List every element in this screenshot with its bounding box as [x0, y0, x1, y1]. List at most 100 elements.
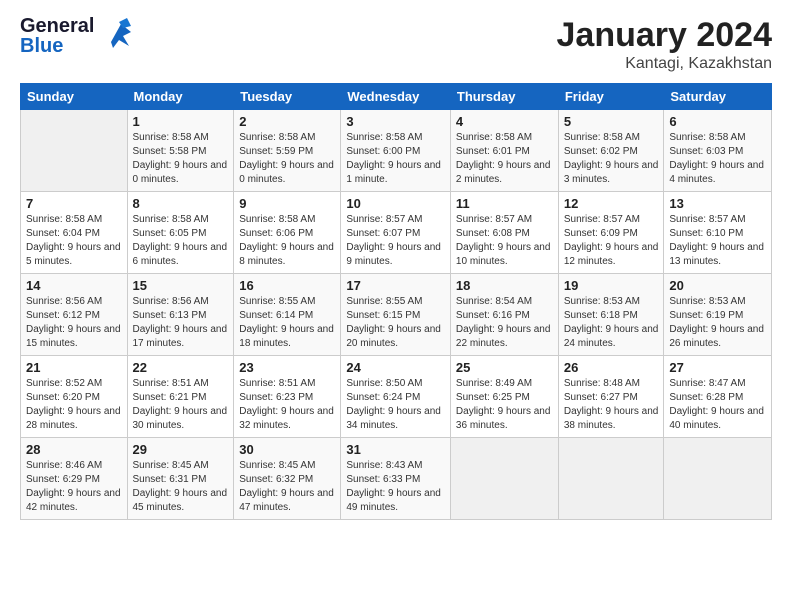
- calendar-header-row: SundayMondayTuesdayWednesdayThursdayFrid…: [21, 84, 772, 110]
- cell-day-number: 2: [239, 114, 335, 129]
- cell-info: Sunrise: 8:51 AMSunset: 6:23 PMDaylight:…: [239, 377, 335, 433]
- cell-day-number: 24: [346, 360, 445, 375]
- cell-day-number: 17: [346, 278, 445, 293]
- calendar-cell: [21, 110, 128, 192]
- calendar-cell: 31 Sunrise: 8:43 AMSunset: 6:33 PMDayligh…: [341, 438, 451, 520]
- logo-blue: Blue: [20, 36, 94, 56]
- page-title: January 2024: [557, 16, 773, 55]
- calendar-cell: 18 Sunrise: 8:54 AMSunset: 6:16 PMDayligh…: [450, 274, 558, 356]
- calendar-cell: 17 Sunrise: 8:55 AMSunset: 6:15 PMDayligh…: [341, 274, 451, 356]
- cell-info: Sunrise: 8:58 AMSunset: 5:58 PMDaylight:…: [133, 131, 229, 187]
- cell-day-number: 13: [669, 196, 766, 211]
- calendar-cell: 1 Sunrise: 8:58 AMSunset: 5:58 PMDaylight…: [127, 110, 234, 192]
- cell-day-number: 29: [133, 442, 229, 457]
- calendar-cell: 11 Sunrise: 8:57 AMSunset: 6:08 PMDayligh…: [450, 192, 558, 274]
- calendar-cell: 23 Sunrise: 8:51 AMSunset: 6:23 PMDayligh…: [234, 356, 341, 438]
- cell-info: Sunrise: 8:58 AMSunset: 6:02 PMDaylight:…: [564, 131, 659, 187]
- logo: General Blue: [20, 16, 139, 56]
- cell-info: Sunrise: 8:45 AMSunset: 6:32 PMDaylight:…: [239, 459, 335, 515]
- calendar-cell: 4 Sunrise: 8:58 AMSunset: 6:01 PMDaylight…: [450, 110, 558, 192]
- title-block: January 2024 Kantagi, Kazakhstan: [557, 16, 773, 73]
- cell-info: Sunrise: 8:57 AMSunset: 6:09 PMDaylight:…: [564, 213, 659, 269]
- week-row-3: 21Sunrise: 8:52 AMSunset: 6:20 PMDayligh…: [21, 356, 772, 438]
- header-wednesday: Wednesday: [341, 84, 451, 110]
- cell-day-number: 23: [239, 360, 335, 375]
- cell-info: Sunrise: 8:58 AMSunset: 6:00 PMDaylight:…: [346, 131, 445, 187]
- calendar-cell: [558, 438, 664, 520]
- calendar-cell: 20Sunrise: 8:53 AMSunset: 6:19 PMDayligh…: [664, 274, 772, 356]
- header-monday: Monday: [127, 84, 234, 110]
- calendar-cell: 24Sunrise: 8:50 AMSunset: 6:24 PMDayligh…: [341, 356, 451, 438]
- cell-day-number: 31: [346, 442, 445, 457]
- cell-day-number: 6: [669, 114, 766, 129]
- calendar-cell: 16Sunrise: 8:55 AMSunset: 6:14 PMDayligh…: [234, 274, 341, 356]
- calendar-cell: 29Sunrise: 8:45 AMSunset: 6:31 PMDayligh…: [127, 438, 234, 520]
- cell-info: Sunrise: 8:48 AMSunset: 6:27 PMDaylight:…: [564, 377, 659, 433]
- logo-bird-icon: [101, 14, 139, 52]
- cell-day-number: 22: [133, 360, 229, 375]
- cell-day-number: 3: [346, 114, 445, 129]
- calendar-cell: 5Sunrise: 8:58 AMSunset: 6:02 PMDaylight…: [558, 110, 664, 192]
- cell-info: Sunrise: 8:49 AMSunset: 6:25 PMDaylight:…: [456, 377, 553, 433]
- cell-day-number: 15: [133, 278, 229, 293]
- calendar-cell: 8Sunrise: 8:58 AMSunset: 6:05 PMDaylight…: [127, 192, 234, 274]
- header-sunday: Sunday: [21, 84, 128, 110]
- cell-info: Sunrise: 8:58 AMSunset: 5:59 PMDaylight:…: [239, 131, 335, 187]
- cell-info: Sunrise: 8:54 AMSunset: 6:16 PMDaylight:…: [456, 295, 553, 351]
- calendar-cell: [664, 438, 772, 520]
- cell-info: Sunrise: 8:53 AMSunset: 6:18 PMDaylight:…: [564, 295, 659, 351]
- cell-day-number: 26: [564, 360, 659, 375]
- cell-info: Sunrise: 8:53 AMSunset: 6:19 PMDaylight:…: [669, 295, 766, 351]
- header-tuesday: Tuesday: [234, 84, 341, 110]
- cell-day-number: 12: [564, 196, 659, 211]
- logo-general: General: [20, 16, 94, 36]
- cell-day-number: 8: [133, 196, 229, 211]
- calendar-cell: 14 Sunrise: 8:56 AMSunset: 6:12 PMDayligh…: [21, 274, 128, 356]
- cell-day-number: 1: [133, 114, 229, 129]
- cell-day-number: 10: [346, 196, 445, 211]
- cell-day-number: 9: [239, 196, 335, 211]
- cell-day-number: 4: [456, 114, 553, 129]
- calendar-cell: [450, 438, 558, 520]
- week-row-0: 1 Sunrise: 8:58 AMSunset: 5:58 PMDaylight…: [21, 110, 772, 192]
- cell-day-number: 27: [669, 360, 766, 375]
- calendar-cell: 7Sunrise: 8:58 AMSunset: 6:04 PMDaylight…: [21, 192, 128, 274]
- page: General Blue January 2024 Kantagi, Kazak…: [0, 0, 792, 612]
- cell-info: Sunrise: 8:46 AMSunset: 6:29 PMDaylight:…: [26, 459, 122, 515]
- header-thursday: Thursday: [450, 84, 558, 110]
- calendar-cell: 2 Sunrise: 8:58 AMSunset: 5:59 PMDaylight…: [234, 110, 341, 192]
- calendar-cell: 12 Sunrise: 8:57 AMSunset: 6:09 PMDayligh…: [558, 192, 664, 274]
- calendar-cell: 3 Sunrise: 8:58 AMSunset: 6:00 PMDaylight…: [341, 110, 451, 192]
- week-row-1: 7Sunrise: 8:58 AMSunset: 6:04 PMDaylight…: [21, 192, 772, 274]
- cell-info: Sunrise: 8:56 AMSunset: 6:12 PMDaylight:…: [26, 295, 122, 351]
- cell-info: Sunrise: 8:56 AMSunset: 6:13 PMDaylight:…: [133, 295, 229, 351]
- calendar-cell: 21Sunrise: 8:52 AMSunset: 6:20 PMDayligh…: [21, 356, 128, 438]
- cell-day-number: 18: [456, 278, 553, 293]
- calendar-cell: 27 Sunrise: 8:47 AMSunset: 6:28 PMDayligh…: [664, 356, 772, 438]
- page-subtitle: Kantagi, Kazakhstan: [557, 55, 773, 73]
- calendar-cell: 26 Sunrise: 8:48 AMSunset: 6:27 PMDayligh…: [558, 356, 664, 438]
- header-friday: Friday: [558, 84, 664, 110]
- cell-day-number: 11: [456, 196, 553, 211]
- cell-info: Sunrise: 8:57 AMSunset: 6:10 PMDaylight:…: [669, 213, 766, 269]
- cell-day-number: 28: [26, 442, 122, 457]
- calendar-cell: 6Sunrise: 8:58 AMSunset: 6:03 PMDaylight…: [664, 110, 772, 192]
- calendar-cell: 25Sunrise: 8:49 AMSunset: 6:25 PMDayligh…: [450, 356, 558, 438]
- header-saturday: Saturday: [664, 84, 772, 110]
- calendar-cell: 9Sunrise: 8:58 AMSunset: 6:06 PMDaylight…: [234, 192, 341, 274]
- cell-day-number: 14: [26, 278, 122, 293]
- week-row-2: 14 Sunrise: 8:56 AMSunset: 6:12 PMDayligh…: [21, 274, 772, 356]
- cell-info: Sunrise: 8:47 AMSunset: 6:28 PMDaylight:…: [669, 377, 766, 433]
- cell-info: Sunrise: 8:55 AMSunset: 6:15 PMDaylight:…: [346, 295, 445, 351]
- cell-info: Sunrise: 8:52 AMSunset: 6:20 PMDaylight:…: [26, 377, 122, 433]
- cell-info: Sunrise: 8:58 AMSunset: 6:01 PMDaylight:…: [456, 131, 553, 187]
- calendar-cell: 13 Sunrise: 8:57 AMSunset: 6:10 PMDayligh…: [664, 192, 772, 274]
- cell-info: Sunrise: 8:57 AMSunset: 6:08 PMDaylight:…: [456, 213, 553, 269]
- calendar-cell: 15 Sunrise: 8:56 AMSunset: 6:13 PMDayligh…: [127, 274, 234, 356]
- calendar-cell: 22 Sunrise: 8:51 AMSunset: 6:21 PMDayligh…: [127, 356, 234, 438]
- header: General Blue January 2024 Kantagi, Kazak…: [20, 16, 772, 73]
- calendar-table: SundayMondayTuesdayWednesdayThursdayFrid…: [20, 83, 772, 520]
- cell-info: Sunrise: 8:51 AMSunset: 6:21 PMDaylight:…: [133, 377, 229, 433]
- cell-info: Sunrise: 8:43 AMSunset: 6:33 PMDaylight:…: [346, 459, 445, 515]
- calendar-cell: 10Sunrise: 8:57 AMSunset: 6:07 PMDayligh…: [341, 192, 451, 274]
